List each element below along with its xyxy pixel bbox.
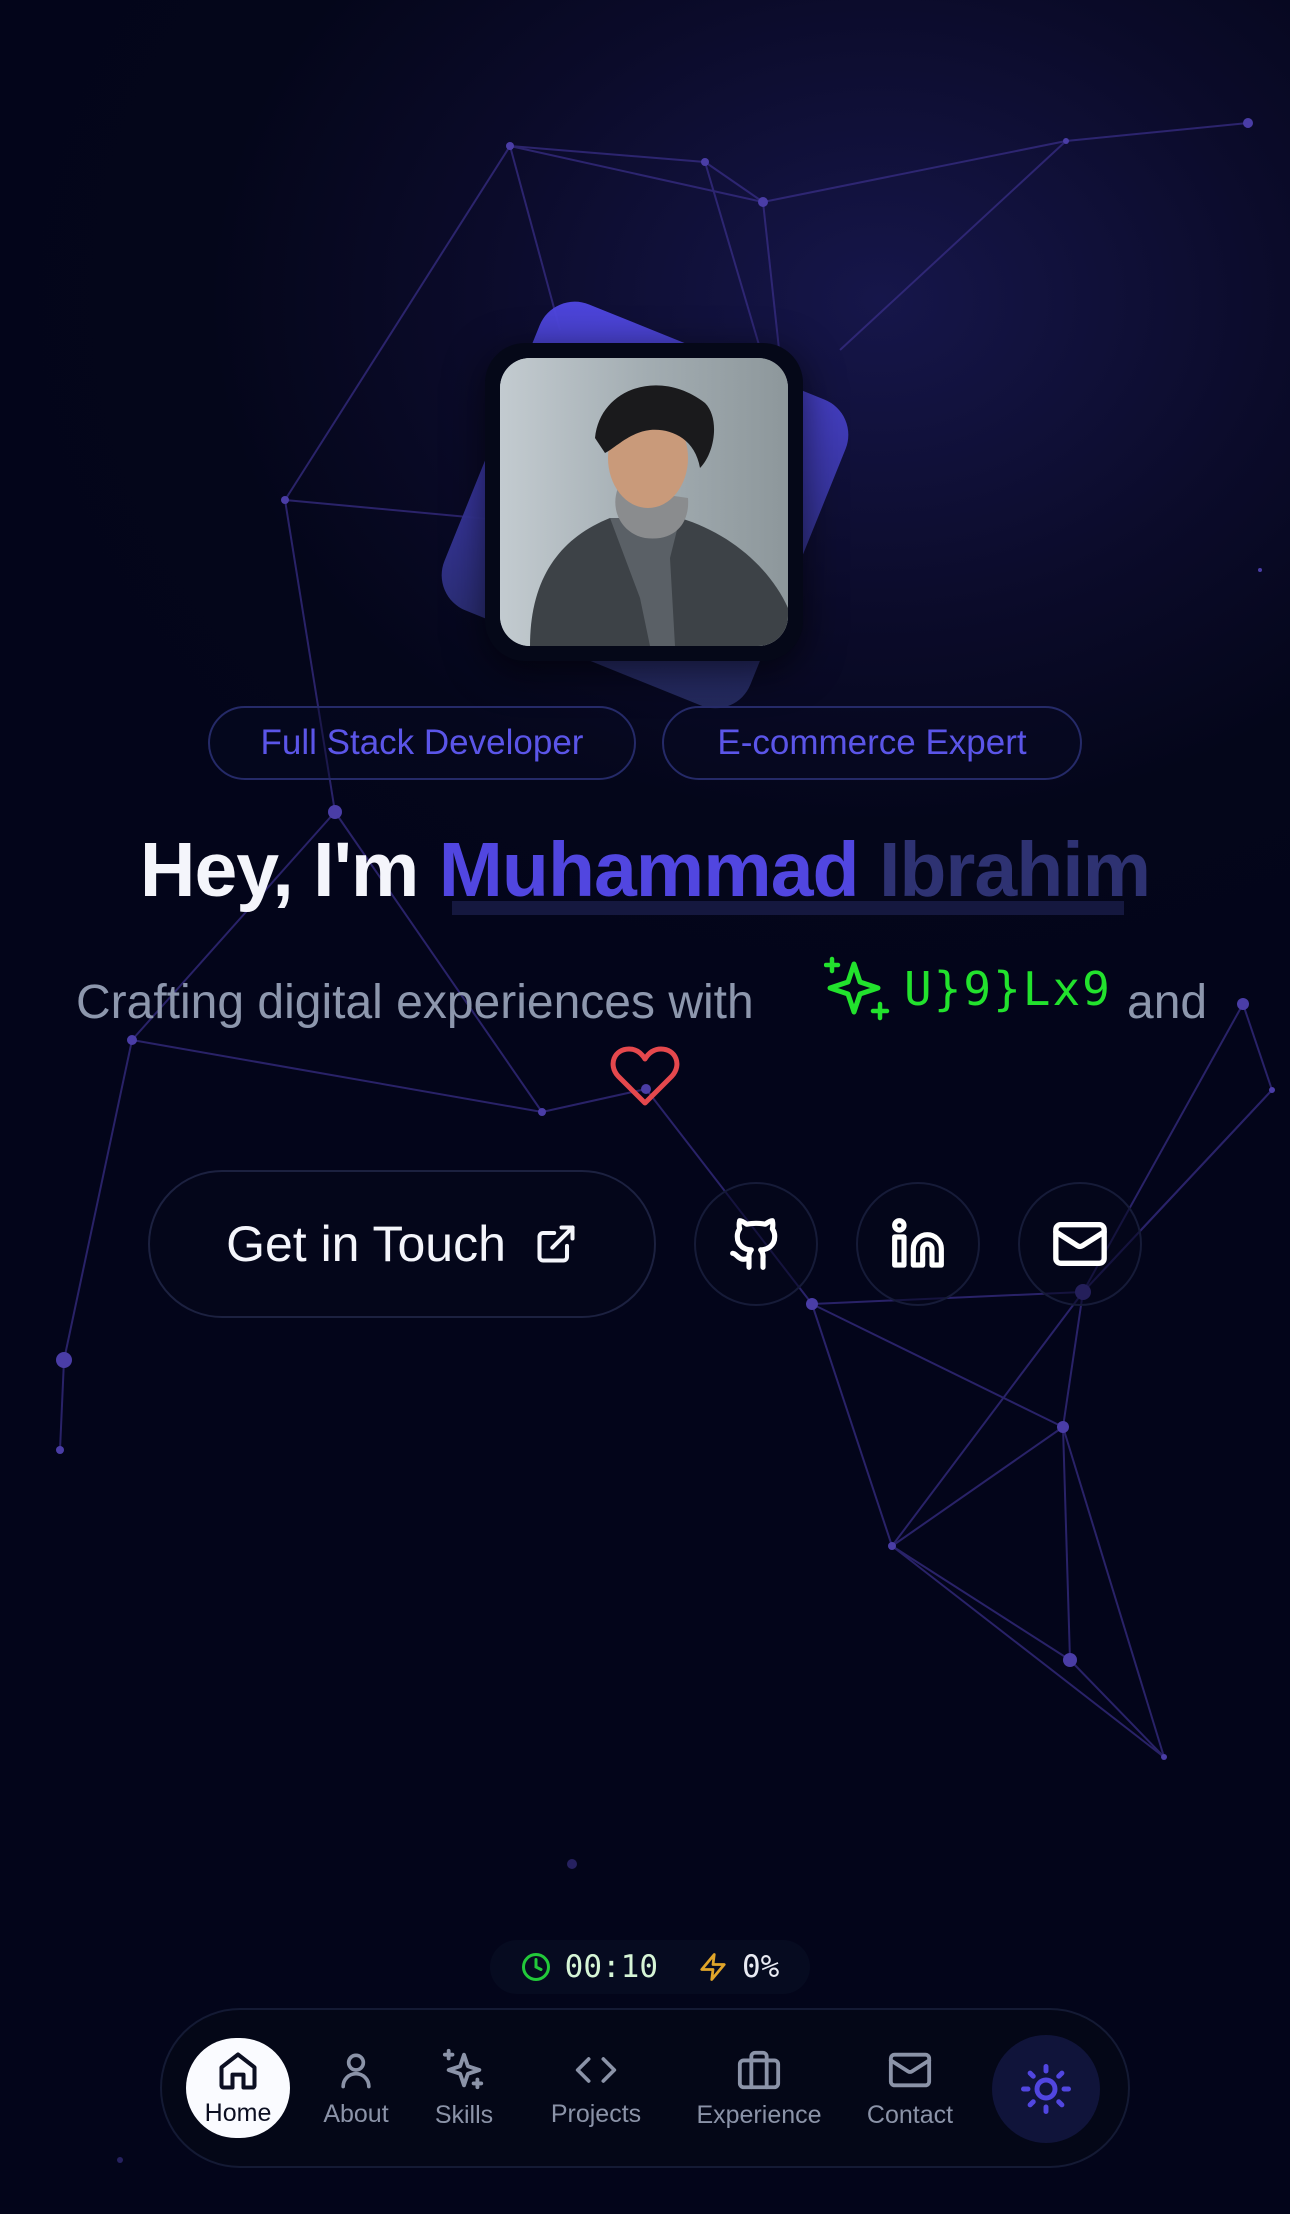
nav-label: Experience: [696, 2100, 822, 2129]
hero-headline: Hey, I'm Muhammad Ibrahim: [0, 826, 1290, 915]
clock-icon: [521, 1953, 550, 1981]
linkedin-icon: [892, 1218, 944, 1268]
name-first: Muhammad: [438, 827, 860, 913]
theme-toggle-button[interactable]: [992, 2035, 1100, 2143]
nav-item-experience[interactable]: Experience: [686, 2010, 832, 2166]
status-indicator: 00:10 0%: [490, 1940, 810, 1994]
external-link-icon: [537, 1225, 575, 1263]
nav-label: Skills: [434, 2100, 494, 2129]
nav-item-about[interactable]: About: [316, 2010, 396, 2166]
scramble-text: U}9}Lx9: [904, 962, 1112, 1016]
home-icon: [219, 2051, 257, 2090]
nav-label: About: [323, 2099, 389, 2128]
email-button[interactable]: [1018, 1182, 1142, 1306]
tag-full-stack-developer: Full Stack Developer: [208, 706, 636, 780]
session-timer: 00:10: [564, 1949, 658, 1985]
nav-label: Projects: [550, 2099, 642, 2128]
code-icon: [575, 2056, 617, 2083]
bottom-navigation: Home About Skills Projects Experience Co…: [160, 2008, 1130, 2168]
nav-item-home[interactable]: Home: [186, 2038, 290, 2138]
get-in-touch-button[interactable]: Get in Touch: [148, 1170, 656, 1318]
greeting-text: Hey, I'm: [139, 827, 419, 913]
sparkles-icon: [824, 956, 890, 1021]
nav-item-projects[interactable]: Projects: [540, 2010, 652, 2166]
github-icon: [730, 1218, 778, 1270]
photo-frame: [485, 343, 803, 661]
nav-item-contact[interactable]: Contact: [860, 2010, 960, 2166]
tag-ecommerce-expert: E-commerce Expert: [662, 706, 1082, 780]
profile-photo: [500, 358, 788, 646]
linkedin-button[interactable]: [856, 1182, 980, 1306]
nav-item-skills[interactable]: Skills: [424, 2010, 504, 2166]
tagline-prefix: Crafting digital experiences with: [76, 976, 754, 1029]
heart-icon: [610, 1046, 680, 1106]
mail-icon: [1053, 1222, 1107, 1266]
nav-label: Home: [204, 2098, 272, 2127]
sun-icon: [1021, 2064, 1071, 2114]
profile-photo-container: [430, 290, 860, 720]
sparkles-icon: [442, 2048, 484, 2089]
briefcase-icon: [737, 2050, 781, 2089]
progress-percent: 0%: [742, 1949, 780, 1985]
lightning-icon: [700, 1953, 726, 1981]
github-button[interactable]: [694, 1182, 818, 1306]
nav-label: Contact: [866, 2100, 954, 2129]
user-icon: [341, 2053, 371, 2088]
get-in-touch-label: Get in Touch: [226, 1216, 506, 1272]
name-last: Ibrahim: [879, 827, 1151, 913]
tagline-suffix: and: [1127, 976, 1208, 1029]
mail-icon: [888, 2052, 932, 2087]
